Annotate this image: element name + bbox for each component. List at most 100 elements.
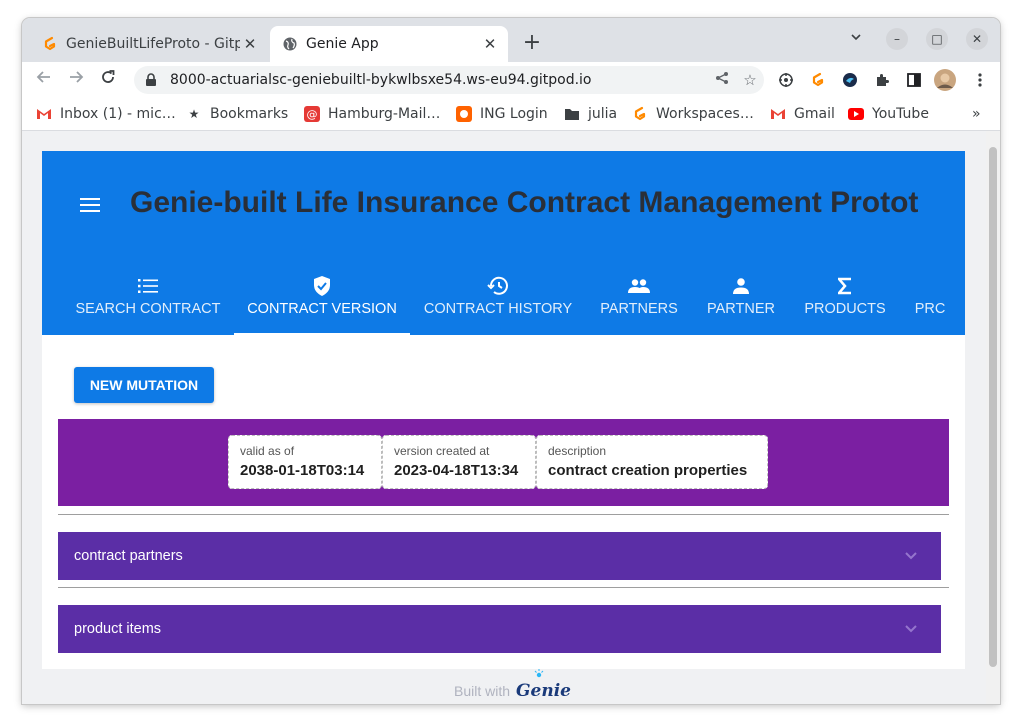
browser-toolbar: 8000-actuarialsc-geniebuiltl-bykwlbsxe54… [22,62,1000,98]
new-tab-button[interactable]: + [520,32,544,56]
gitpod-icon [632,106,648,122]
valid-as-of-label: valid as of [240,444,295,458]
bookmark-label: Gmail [794,106,835,122]
tab-contract-history[interactable]: CONTRACT HISTORY [410,243,586,335]
browser-window: GenieBuiltLifeProto - Gitp ✕ Genie App ✕… [22,18,1000,704]
bookmark-label: YouTube [872,106,929,122]
description-value: contract creation properties [548,462,748,479]
gitpod-icon [42,36,58,52]
globe-icon [282,36,298,52]
bookmark-gmail[interactable]: Gmail [770,104,835,124]
tab-partner[interactable]: PARTNER [692,243,790,335]
extension-bird-icon[interactable] [840,70,860,90]
address-bar[interactable]: 8000-actuarialsc-geniebuiltl-bykwlbsxe54… [134,66,764,94]
contract-partners-expander[interactable]: contract partners [58,532,941,580]
expander-label: product items [74,621,162,637]
close-tab-icon[interactable]: ✕ [240,35,260,53]
version-created-value: 2023-04-18T13:34 [394,462,519,479]
bookmark-inbox[interactable]: Inbox (1) - mic… [36,104,176,124]
reload-icon[interactable] [96,68,120,92]
gmail-icon [36,106,52,122]
verified-shield-icon [313,275,331,297]
bookmark-ing-login[interactable]: ING Login [456,104,548,124]
lock-icon[interactable] [144,73,158,87]
bookmarks-overflow-button[interactable]: » [972,104,981,124]
bookmark-label: Bookmarks [210,106,289,122]
genie-logo[interactable]: Genie [516,669,571,701]
svg-text:@: @ [307,108,318,121]
bookmark-label: ING Login [480,106,548,122]
browser-tab-genie-app[interactable]: Genie App ✕ [270,26,508,62]
list-icon [138,275,158,297]
forward-icon[interactable] [64,68,88,92]
close-window-button[interactable]: ✕ [966,28,988,50]
folder-icon [564,106,580,122]
bookmark-bookmarks[interactable]: ★ Bookmarks [186,104,289,124]
history-icon [487,275,509,297]
back-icon[interactable] [32,68,56,92]
url-text: 8000-actuarialsc-geniebuiltl-bykwlbsxe54… [170,72,592,88]
extension-crosshair-icon[interactable] [776,70,796,90]
ing-icon [456,106,472,122]
version-created-card: version created at 2023-04-18T13:34 [382,435,536,489]
tab-truncated[interactable]: PRC [900,243,960,335]
tab-partners[interactable]: PARTNERS [586,243,692,335]
maximize-button[interactable]: □ [926,28,948,50]
page-title: Genie-built Life Insurance Contract Mana… [130,186,919,219]
version-created-label: version created at [394,444,490,458]
genie-app: Genie-built Life Insurance Contract Mana… [42,151,965,669]
hamburger-menu-icon[interactable] [80,198,100,212]
share-icon[interactable] [708,71,736,89]
tab-label: CONTRACT VERSION [247,301,397,317]
nav-tabs: SEARCH CONTRACT CONTRACT VERSION CONTRAC… [42,243,965,335]
chevron-down-icon [901,625,921,633]
browser-tab-title: GenieBuiltLifeProto - Gitp [66,36,240,52]
tab-products[interactable]: PRODUCTS [790,243,900,335]
version-bar: valid as of 2038-01-18T03:14 version cre… [58,419,949,506]
footer: Built with Genie [454,669,571,701]
bookmark-label: julia [588,106,618,122]
avatar[interactable] [934,69,956,91]
new-mutation-button[interactable]: NEW MUTATION [74,367,214,403]
tab-search-icon[interactable] [850,31,862,47]
divider [58,514,949,515]
star-icon: ★ [188,107,200,121]
page-viewport: Genie-built Life Insurance Contract Mana… [22,131,1000,704]
tab-contract-version[interactable]: CONTRACT VERSION [234,243,410,335]
person-icon [733,275,749,297]
gitpod-extension-icon[interactable] [808,70,828,90]
page-scrollbar[interactable] [986,131,1000,704]
browser-menu-icon[interactable] [970,70,990,90]
tab-strip: GenieBuiltLifeProto - Gitp ✕ Genie App ✕… [22,18,1000,62]
app-header: Genie-built Life Insurance Contract Mana… [42,151,965,243]
product-items-expander[interactable]: product items [58,605,941,653]
tab-label: PRC [914,301,946,317]
bookmark-youtube[interactable]: YouTube [848,104,929,124]
close-tab-icon[interactable]: ✕ [480,35,500,53]
bookmark-hamburg-mail[interactable]: @ Hamburg-Mail… [304,104,440,124]
youtube-icon [848,106,864,122]
browser-tab-gitpod[interactable]: GenieBuiltLifeProto - Gitp ✕ [30,26,268,62]
browser-tab-title: Genie App [306,36,379,52]
bookmark-julia[interactable]: julia [564,104,617,124]
scrollbar-thumb[interactable] [989,147,997,667]
valid-as-of-card: valid as of 2038-01-18T03:14 [228,435,382,489]
chevron-down-icon [901,552,921,560]
bookmarks-bar: Inbox (1) - mic… ★ Bookmarks @ Hamburg-M… [22,98,1000,131]
expander-label: contract partners [74,548,183,564]
side-panel-icon[interactable] [904,70,924,90]
bookmark-star-icon[interactable]: ☆ [736,71,764,89]
bookmark-label: Hamburg-Mail… [328,106,441,122]
at-icon: @ [304,106,320,122]
bookmark-workspaces[interactable]: Workspaces… [632,104,754,124]
tab-label: SEARCH CONTRACT [75,301,221,317]
puzzle-extensions-icon[interactable] [872,70,892,90]
tab-search-contract[interactable]: SEARCH CONTRACT [62,243,234,335]
minimize-button[interactable]: – [886,28,908,50]
bookmark-label: Workspaces… [656,106,754,122]
genie-logo-text: Genie [516,681,571,701]
tab-label: PRODUCTS [804,301,886,317]
divider [58,587,949,588]
gmail-icon [770,106,786,122]
footer-text: Built with [454,683,511,699]
